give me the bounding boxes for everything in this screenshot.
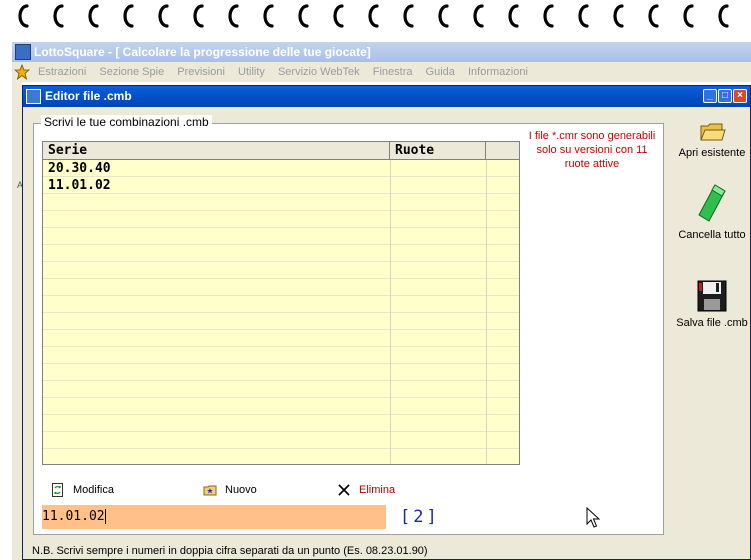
combination-input[interactable]: 11.01.02	[42, 505, 386, 529]
menu-utility[interactable]: Utility	[238, 66, 265, 78]
spiral-binding	[0, 0, 751, 40]
grid-divider	[486, 160, 487, 464]
app-title: LottoSquare - [ Calcolare la progression…	[34, 45, 371, 59]
menu-bar: Estrazioni Sezione Spie Previsioni Utili…	[12, 62, 751, 82]
grid-divider	[390, 160, 391, 464]
row-serie: 20.30.40	[48, 161, 111, 176]
editor-window: Editor file .cmb _ □ × Scrivi le tue com…	[22, 85, 751, 560]
delete-x-icon	[338, 484, 350, 496]
cmr-note: I file *.cmr sono generabili solo su ver…	[528, 130, 656, 170]
floppy-disk-icon	[697, 280, 727, 312]
combination-input-value: 11.01.02	[42, 509, 105, 524]
mouse-cursor-icon	[586, 507, 600, 528]
menu-finestra[interactable]: Finestra	[373, 66, 413, 78]
app-title-bar[interactable]: LottoSquare - [ Calcolare la progression…	[12, 42, 751, 62]
row-serie: 11.01.02	[48, 178, 111, 193]
text-caret	[104, 509, 106, 524]
open-existing-button[interactable]: Apri esistente	[672, 119, 751, 159]
close-button[interactable]: ×	[733, 89, 747, 103]
combination-count: [2]	[400, 507, 440, 527]
editor-title-bar[interactable]: Editor file .cmb _ □ ×	[23, 86, 750, 107]
editor-title: Editor file .cmb	[45, 89, 132, 103]
grid-body	[43, 160, 519, 464]
new-button[interactable]: Nuovo	[203, 480, 257, 500]
combinations-grid[interactable]: Serie Ruote 20.30.40 11.01.02	[42, 141, 520, 465]
clear-all-label: Cancella tutto	[678, 229, 746, 241]
spiral-rings	[18, 4, 729, 28]
app-icon	[15, 44, 31, 60]
maximize-button[interactable]: □	[718, 89, 732, 103]
minimize-button[interactable]: _	[703, 89, 717, 103]
open-existing-label: Apri esistente	[678, 147, 746, 159]
column-header-ruote[interactable]: Ruote	[390, 142, 486, 159]
menu-guida[interactable]: Guida	[426, 66, 455, 78]
save-file-label: Salva file .cmb	[676, 317, 748, 329]
editor-window-icon	[26, 89, 41, 104]
menu-sezione-spie[interactable]: Sezione Spie	[99, 66, 164, 78]
mdi-left-strip: A	[12, 82, 23, 560]
modify-label: Modifica	[73, 484, 114, 496]
group-label: Scrivi le tue combinazioni .cmb	[41, 115, 212, 129]
delete-button[interactable]: Elimina	[337, 480, 395, 500]
table-row[interactable]: 11.01.02	[43, 177, 519, 194]
star-icon	[14, 64, 30, 80]
column-header-extra[interactable]	[486, 142, 519, 159]
table-row[interactable]: 20.30.40	[43, 160, 519, 177]
eraser-icon	[698, 184, 726, 222]
open-folder-icon	[700, 123, 726, 141]
new-folder-icon	[203, 485, 217, 496]
footnote: N.B. Scrivi sempre i numeri in doppia ci…	[32, 545, 428, 557]
modify-button[interactable]: Modifica	[51, 480, 114, 500]
new-label: Nuovo	[225, 484, 257, 496]
modify-icon	[52, 483, 63, 498]
save-file-button[interactable]: Salva file .cmb	[672, 279, 751, 329]
menu-estrazioni[interactable]: Estrazioni	[38, 66, 86, 78]
grid-header: Serie Ruote	[43, 142, 519, 160]
clear-all-button[interactable]: Cancella tutto	[672, 183, 751, 241]
menu-informazioni[interactable]: Informazioni	[468, 66, 528, 78]
delete-label: Elimina	[359, 484, 396, 496]
menu-servizio-webtek[interactable]: Servizio WebTek	[278, 66, 360, 78]
menu-previsioni[interactable]: Previsioni	[177, 66, 225, 78]
column-header-serie[interactable]: Serie	[43, 142, 390, 159]
